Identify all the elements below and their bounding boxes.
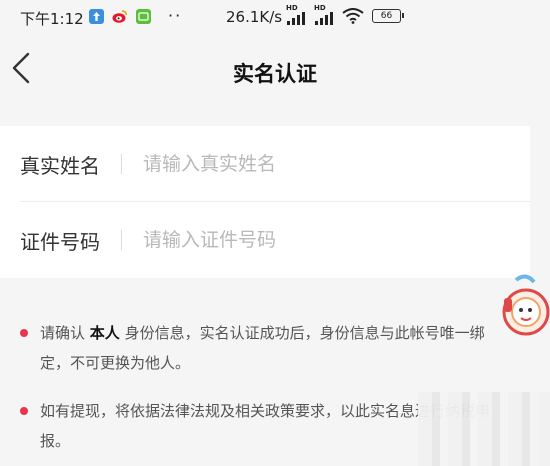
note-emphasis: 本人 — [89, 324, 120, 342]
list-item: 请确认 本人 身份信息，实名认证成功后，身份信息与此帐号唯一绑定，不可更换为他人… — [20, 318, 500, 382]
field-divider — [121, 154, 122, 174]
id-number-input[interactable] — [143, 222, 513, 258]
network-speed: 26.1K/s — [226, 8, 283, 26]
weibo-icon — [112, 9, 128, 24]
upload-icon — [89, 9, 104, 24]
name-row: 真实姓名 — [0, 126, 530, 202]
bullet-dot — [20, 407, 28, 415]
app-icon — [136, 9, 151, 24]
identity-form: 真实姓名 证件号码 — [0, 126, 530, 278]
status-time: 下午1:12 — [20, 10, 84, 28]
nav-bar: 实名认证 — [0, 34, 550, 104]
id-label: 证件号码 — [20, 230, 100, 254]
status-dots: ·· — [168, 6, 183, 25]
name-label: 真实姓名 — [20, 154, 100, 178]
note-prefix: 请确认 — [40, 324, 86, 342]
status-bar: 下午1:12 ·· 26.1K/s HD HD 66 — [0, 0, 550, 34]
signal-icon — [287, 11, 307, 25]
page-title: 实名认证 — [233, 62, 317, 86]
real-name-input[interactable] — [143, 146, 513, 182]
floating-mascot-widget[interactable] — [494, 268, 550, 352]
note-text: 请确认 本人 身份信息，实名认证成功后，身份信息与此帐号唯一绑定，不可更换为他人… — [40, 318, 500, 378]
signal-icon — [315, 11, 335, 25]
wifi-icon — [342, 8, 364, 24]
blurred-watermark — [418, 392, 550, 466]
battery-icon: 66 — [372, 9, 404, 23]
bullet-dot — [20, 329, 28, 337]
id-row: 证件号码 — [0, 202, 530, 278]
field-divider — [121, 230, 122, 250]
